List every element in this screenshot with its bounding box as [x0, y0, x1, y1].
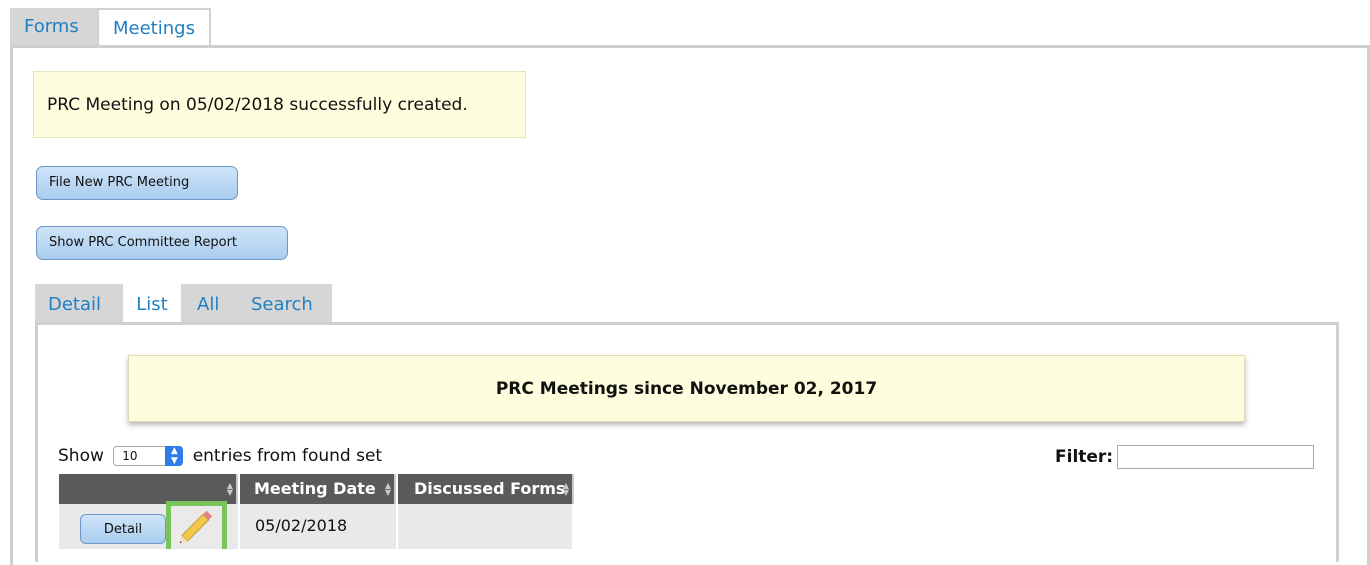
- entries-control: Show 10 ▲ ▼ entries from found set: [58, 444, 382, 470]
- page-size-value: 10: [122, 449, 138, 463]
- tab-meetings[interactable]: Meetings: [97, 8, 211, 48]
- show-committee-report-button[interactable]: Show PRC Committee Report: [36, 226, 288, 260]
- detail-button[interactable]: Detail: [80, 514, 166, 544]
- column-header-label: Meeting Date: [254, 479, 376, 498]
- show-label: Show: [58, 446, 104, 466]
- page-size-select[interactable]: 10 ▲ ▼: [113, 446, 184, 466]
- inner-tab-bar: Detail List All Search: [35, 284, 332, 324]
- meetings-banner: PRC Meetings since November 02, 2017: [128, 355, 1245, 422]
- tab-list[interactable]: List: [123, 284, 181, 324]
- filter-input[interactable]: [1117, 445, 1314, 469]
- tab-forms[interactable]: Forms: [10, 8, 93, 46]
- file-new-meeting-button[interactable]: File New PRC Meeting: [36, 166, 238, 200]
- sort-arrows-icon: ▲ ▼: [562, 481, 569, 497]
- tab-detail[interactable]: Detail: [48, 284, 101, 324]
- top-tab-bar: Forms Meetings: [10, 8, 211, 48]
- column-header-label: Discussed Forms: [414, 479, 566, 498]
- entries-label: entries from found set: [192, 446, 383, 466]
- meeting-date-value: 05/02/2018: [255, 516, 348, 535]
- filter-label: Filter:: [1055, 447, 1114, 467]
- pencil-icon-graphic: [179, 510, 213, 544]
- column-header-discussed-forms[interactable]: Discussed Forms ▲ ▼: [398, 474, 574, 504]
- column-header-meeting-date[interactable]: Meeting Date ▲ ▼: [240, 474, 396, 504]
- column-header-actions[interactable]: ▲ ▼: [59, 474, 238, 504]
- tab-all[interactable]: All: [197, 284, 219, 324]
- up-down-arrows-icon: ▲ ▼: [165, 446, 184, 466]
- sort-arrows-icon: ▲ ▼: [384, 481, 391, 497]
- pencil-icon[interactable]: [166, 501, 227, 549]
- tab-search[interactable]: Search: [251, 284, 313, 324]
- table-row-discussed-forms: [398, 504, 574, 549]
- table-row-meeting-date: 05/02/2018: [240, 504, 398, 549]
- success-alert: PRC Meeting on 05/02/2018 successfully c…: [33, 71, 526, 138]
- sort-arrows-icon: ▲ ▼: [226, 481, 233, 497]
